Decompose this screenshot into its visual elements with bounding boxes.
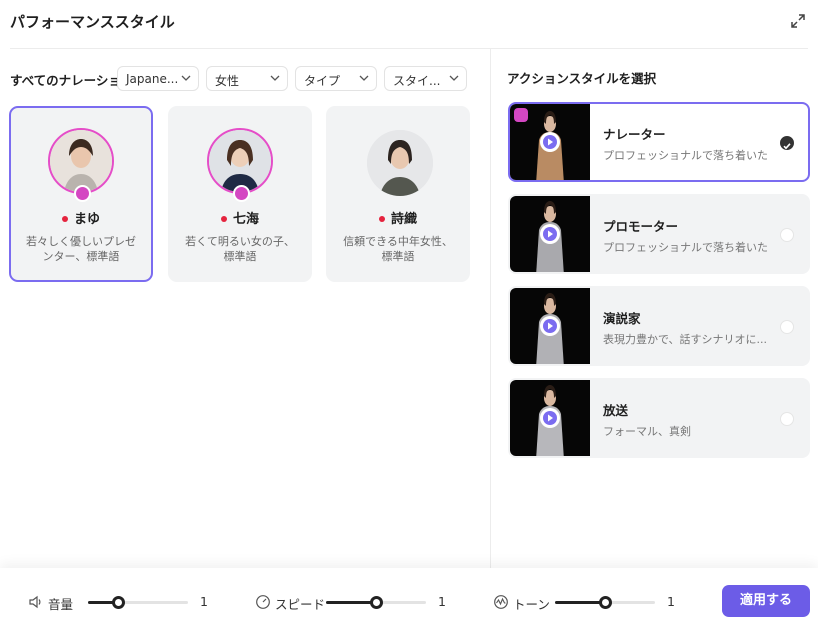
speed-knob[interactable]: [370, 596, 383, 609]
style-value: スタイ...: [393, 74, 441, 88]
narrator-card-shiori[interactable]: 詩織 信頼できる中年女性、標準語: [326, 106, 470, 282]
style-item-promoter[interactable]: プロモーター プロフェッショナルで落ち着いた: [508, 194, 810, 274]
play-icon[interactable]: [540, 132, 560, 152]
play-icon[interactable]: [540, 408, 560, 428]
style-item-orator[interactable]: 演説家 表現力豊かで、話すシナリオに...: [508, 286, 810, 366]
check-icon[interactable]: [780, 136, 794, 150]
style-desc: フォーマル、真剣: [603, 425, 691, 438]
style-desc: プロフェッショナルで落ち着いた: [603, 241, 768, 254]
speed-gauge-icon: [256, 595, 270, 609]
chevron-down-icon: [359, 75, 369, 81]
narrator-desc: 信頼できる中年女性、標準語: [343, 235, 453, 263]
tone-fill: [555, 601, 605, 604]
style-thumbnail: [510, 288, 590, 364]
filters-label: すべてのナレーション: [10, 73, 134, 88]
panel-title: パフォーマンススタイル: [10, 13, 175, 31]
header-divider: [10, 48, 808, 49]
style-desc: プロフェッショナルで落ち着いた: [603, 149, 768, 162]
thumbs-up-icon: [514, 108, 528, 122]
speed-fill: [326, 601, 376, 604]
speed-slider[interactable]: [326, 596, 426, 609]
narrator-desc: 若々しく優しいプレゼンター、標準語: [26, 235, 136, 263]
thumbs-up-icon: [74, 185, 91, 202]
style-thumbnail: [510, 104, 590, 180]
narrator-name: 七海: [170, 208, 310, 227]
language-dropdown[interactable]: Japane...: [117, 66, 199, 91]
narrator-card-mayu[interactable]: まゆ 若々しく優しいプレゼンター、標準語: [9, 106, 153, 282]
apply-button[interactable]: 適用する: [722, 585, 810, 617]
japan-flag-icon: [378, 215, 385, 222]
gender-dropdown[interactable]: 女性: [206, 66, 288, 91]
gender-value: 女性: [215, 74, 240, 88]
chevron-down-icon: [270, 75, 280, 81]
panel-header: パフォーマンススタイル: [0, 0, 818, 44]
thumbs-up-icon: [233, 185, 250, 202]
japan-flag-icon: [220, 215, 227, 222]
avatar: [367, 130, 433, 196]
style-item-narrator[interactable]: ナレーター プロフェッショナルで落ち着いた: [508, 102, 810, 182]
tone-label: トーン: [513, 597, 550, 612]
chevron-down-icon: [181, 75, 191, 81]
speed-label: スピード: [275, 597, 326, 612]
expand-icon[interactable]: [790, 13, 806, 29]
style-dropdown[interactable]: スタイ...: [384, 66, 467, 91]
style-item-broadcast[interactable]: 放送 フォーマル、真剣: [508, 378, 810, 458]
narrator-desc: 若くて明るい女の子、標準語: [185, 235, 295, 263]
radio-button[interactable]: [780, 228, 794, 242]
radio-button[interactable]: [780, 320, 794, 334]
styles-heading: アクションスタイルを選択: [507, 71, 657, 86]
type-dropdown[interactable]: タイプ: [295, 66, 377, 91]
speed-value: 1: [438, 594, 446, 609]
play-icon[interactable]: [540, 224, 560, 244]
panel-divider: [490, 49, 491, 569]
tone-value: 1: [667, 594, 675, 609]
radio-button[interactable]: [780, 412, 794, 426]
style-name: ナレーター: [603, 127, 666, 142]
language-value: Japane...: [126, 72, 179, 86]
volume-value: 1: [200, 594, 208, 609]
tone-wave-icon: [494, 595, 508, 609]
volume-slider[interactable]: [88, 596, 188, 609]
narrator-name: まゆ: [11, 208, 151, 227]
narrator-card-nanami[interactable]: 七海 若くて明るい女の子、標準語: [168, 106, 312, 282]
speaker-icon: [29, 595, 41, 609]
japan-flag-icon: [61, 215, 68, 222]
chevron-down-icon: [449, 75, 459, 81]
style-thumbnail: [510, 196, 590, 272]
style-thumbnail: [510, 380, 590, 456]
tone-knob[interactable]: [599, 596, 612, 609]
volume-knob[interactable]: [112, 596, 125, 609]
narrator-name: 詩織: [328, 208, 468, 227]
tone-slider[interactable]: [555, 596, 655, 609]
play-icon[interactable]: [540, 316, 560, 336]
style-name: 放送: [603, 403, 629, 418]
style-name: プロモーター: [603, 219, 679, 234]
volume-label: 音量: [48, 597, 74, 612]
type-value: タイプ: [304, 74, 341, 88]
style-name: 演説家: [603, 311, 641, 326]
style-desc: 表現力豊かで、話すシナリオに...: [603, 333, 768, 346]
